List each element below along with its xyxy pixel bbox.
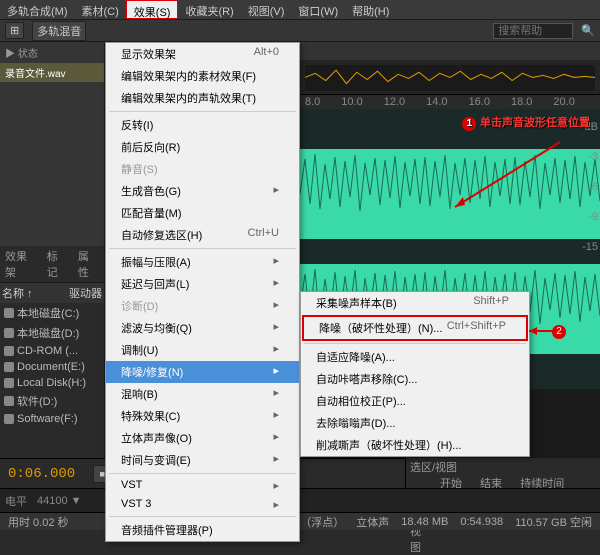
status-ch: 立体声 xyxy=(356,514,389,530)
disk-icon xyxy=(4,308,14,318)
left-panel: ▶ 状态 录音文件.wav 效果架 标记 属性 名称 ↑ 驱动器 本地磁盘(C:… xyxy=(0,42,105,482)
arrow-2 xyxy=(525,325,553,337)
menu-item[interactable]: 编辑效果架内的声轨效果(T) xyxy=(106,87,299,109)
status-label: ▶ 状态 xyxy=(0,42,104,63)
list-item[interactable]: Document(E:) xyxy=(0,359,104,375)
menu-item: 诊断(D)▸ xyxy=(106,295,299,317)
arrow-1 xyxy=(445,137,565,217)
menu-clip[interactable]: 素材(C) xyxy=(75,0,126,19)
menu-item[interactable]: 混响(B)▸ xyxy=(106,383,299,405)
noise-submenu: 采集噪声样本(B)Shift+P降噪（破坏性处理）(N)...Ctrl+Shif… xyxy=(300,291,530,457)
level-meter: 电平 44100 ▼ xyxy=(0,488,600,512)
menu-item[interactable]: 反转(I) xyxy=(106,114,299,136)
selection-panel: 选区/视图 开始 结束 持续时间 选区0:06.000 0:06.000 0:0… xyxy=(405,458,600,488)
disk-icon xyxy=(4,414,14,424)
waveform-btn[interactable]: ⊞ xyxy=(5,22,24,39)
menu-favorites[interactable]: 收藏夹(R) xyxy=(178,0,240,19)
tab-props[interactable]: 属性 xyxy=(73,246,104,282)
disk-icon xyxy=(4,396,14,406)
toolbar: ⊞ 多轨混音 🔍 xyxy=(0,20,600,42)
menu-item[interactable]: 采集噪声样本(B)Shift+P xyxy=(301,292,529,314)
menu-multitrack[interactable]: 多轨合成(M) xyxy=(0,0,75,19)
disk-icon xyxy=(4,378,14,388)
annotation-1: 1 单击声音波形任意位置 xyxy=(462,114,590,131)
media-tabs: 效果架 标记 属性 xyxy=(0,246,104,283)
effects-menu: 显示效果架Alt+0编辑效果架内的素材效果(F)编辑效果架内的声轨效果(T) 反转… xyxy=(105,42,300,542)
cd-icon xyxy=(4,346,14,356)
menu-item[interactable]: 降噪/修复(N)▸ xyxy=(106,361,299,383)
menu-effects[interactable]: 效果(S) xyxy=(126,0,179,19)
media-header: 名称 ↑ 驱动器 xyxy=(0,283,104,303)
menu-item[interactable]: 前后反向(R) xyxy=(106,136,299,158)
menu-item[interactable]: 编辑效果架内的素材效果(F) xyxy=(106,65,299,87)
menu-item[interactable]: 去除嗡嗡声(D)... xyxy=(301,412,529,434)
db-scale: dB-3-6-9-15 xyxy=(582,112,598,262)
status-disk: 110.57 GB 空闲 xyxy=(515,514,592,530)
menu-item[interactable]: 自动咔嗒声移除(C)... xyxy=(301,368,529,390)
menu-item[interactable]: VST▸ xyxy=(106,476,299,495)
list-item[interactable]: Software(F:) xyxy=(0,411,104,427)
menu-window[interactable]: 窗口(W) xyxy=(291,0,345,19)
timecode: 0:06.000 xyxy=(8,466,75,482)
annotation-2-badge: 2 xyxy=(552,325,566,339)
list-item[interactable]: 本地磁盘(D:) xyxy=(0,323,104,343)
menu-item[interactable]: 生成音色(G)▸ xyxy=(106,180,299,202)
status-dur: 0:54.938 xyxy=(460,516,503,528)
menu-item[interactable]: 削减嘶声（破坏性处理）(H)... xyxy=(301,434,529,456)
disk-icon xyxy=(4,328,14,338)
media-list: 本地磁盘(C:) 本地磁盘(D:) CD-ROM (... Document(E… xyxy=(0,303,104,467)
menu-item[interactable]: 降噪（破坏性处理）(N)...Ctrl+Shift+P xyxy=(302,315,528,341)
list-item[interactable]: 软件(D:) xyxy=(0,391,104,411)
menu-item[interactable]: 延迟与回声(L)▸ xyxy=(106,273,299,295)
time-ruler[interactable]: 8.010.012.014.016.018.020.0 xyxy=(300,95,600,109)
menu-item[interactable]: 自动相位校正(P)... xyxy=(301,390,529,412)
menu-item[interactable]: 调制(U)▸ xyxy=(106,339,299,361)
list-item[interactable]: 本地磁盘(C:) xyxy=(0,303,104,323)
list-item[interactable]: CD-ROM (... xyxy=(0,343,104,359)
disk-icon xyxy=(4,362,14,372)
menu-item[interactable]: 自动修复选区(H)Ctrl+U xyxy=(106,224,299,246)
center-panel: 8.010.012.014.016.018.020.0 dB-3-6-9-15 xyxy=(105,42,600,482)
file-tab[interactable]: 录音文件.wav xyxy=(0,63,104,82)
menu-item[interactable]: 自适应降噪(A)... xyxy=(301,346,529,368)
statusbar: 用时 0.02 秒 44100 Hz 32 位（浮点） 立体声 18.48 MB… xyxy=(0,512,600,530)
menu-item[interactable]: 滤波与均衡(Q)▸ xyxy=(106,317,299,339)
wave-minimap[interactable] xyxy=(300,60,600,95)
tab-rack[interactable]: 效果架 xyxy=(0,246,42,282)
menu-item[interactable]: 特殊效果(C)▸ xyxy=(106,405,299,427)
status-mem: 18.48 MB xyxy=(401,516,448,528)
menu-item[interactable]: VST 3▸ xyxy=(106,495,299,514)
menu-item[interactable]: 立体声声像(O)▸ xyxy=(106,427,299,449)
menubar: 多轨合成(M) 素材(C) 效果(S) 收藏夹(R) 视图(V) 窗口(W) 帮… xyxy=(0,0,600,20)
menu-item[interactable]: 匹配音量(M) xyxy=(106,202,299,224)
list-item[interactable]: Local Disk(H:) xyxy=(0,375,104,391)
level-value[interactable]: 44100 ▼ xyxy=(37,495,82,507)
search-input[interactable] xyxy=(493,23,573,39)
level-label: 电平 xyxy=(5,493,27,509)
menu-item[interactable]: 振幅与压限(A)▸ xyxy=(106,251,299,273)
tab-markers[interactable]: 标记 xyxy=(42,246,73,282)
menu-item[interactable]: 音频插件管理器(P) xyxy=(106,519,299,541)
menu-view[interactable]: 视图(V) xyxy=(241,0,292,19)
search-icon[interactable]: 🔍 xyxy=(581,24,595,37)
menu-item[interactable]: 时间与变调(E)▸ xyxy=(106,449,299,471)
wave-toolbar xyxy=(300,42,600,60)
menu-help[interactable]: 帮助(H) xyxy=(345,0,396,19)
multitrack-btn[interactable]: 多轨混音 xyxy=(32,21,86,41)
menu-item[interactable]: 显示效果架Alt+0 xyxy=(106,43,299,65)
menu-item: 静音(S) xyxy=(106,158,299,180)
